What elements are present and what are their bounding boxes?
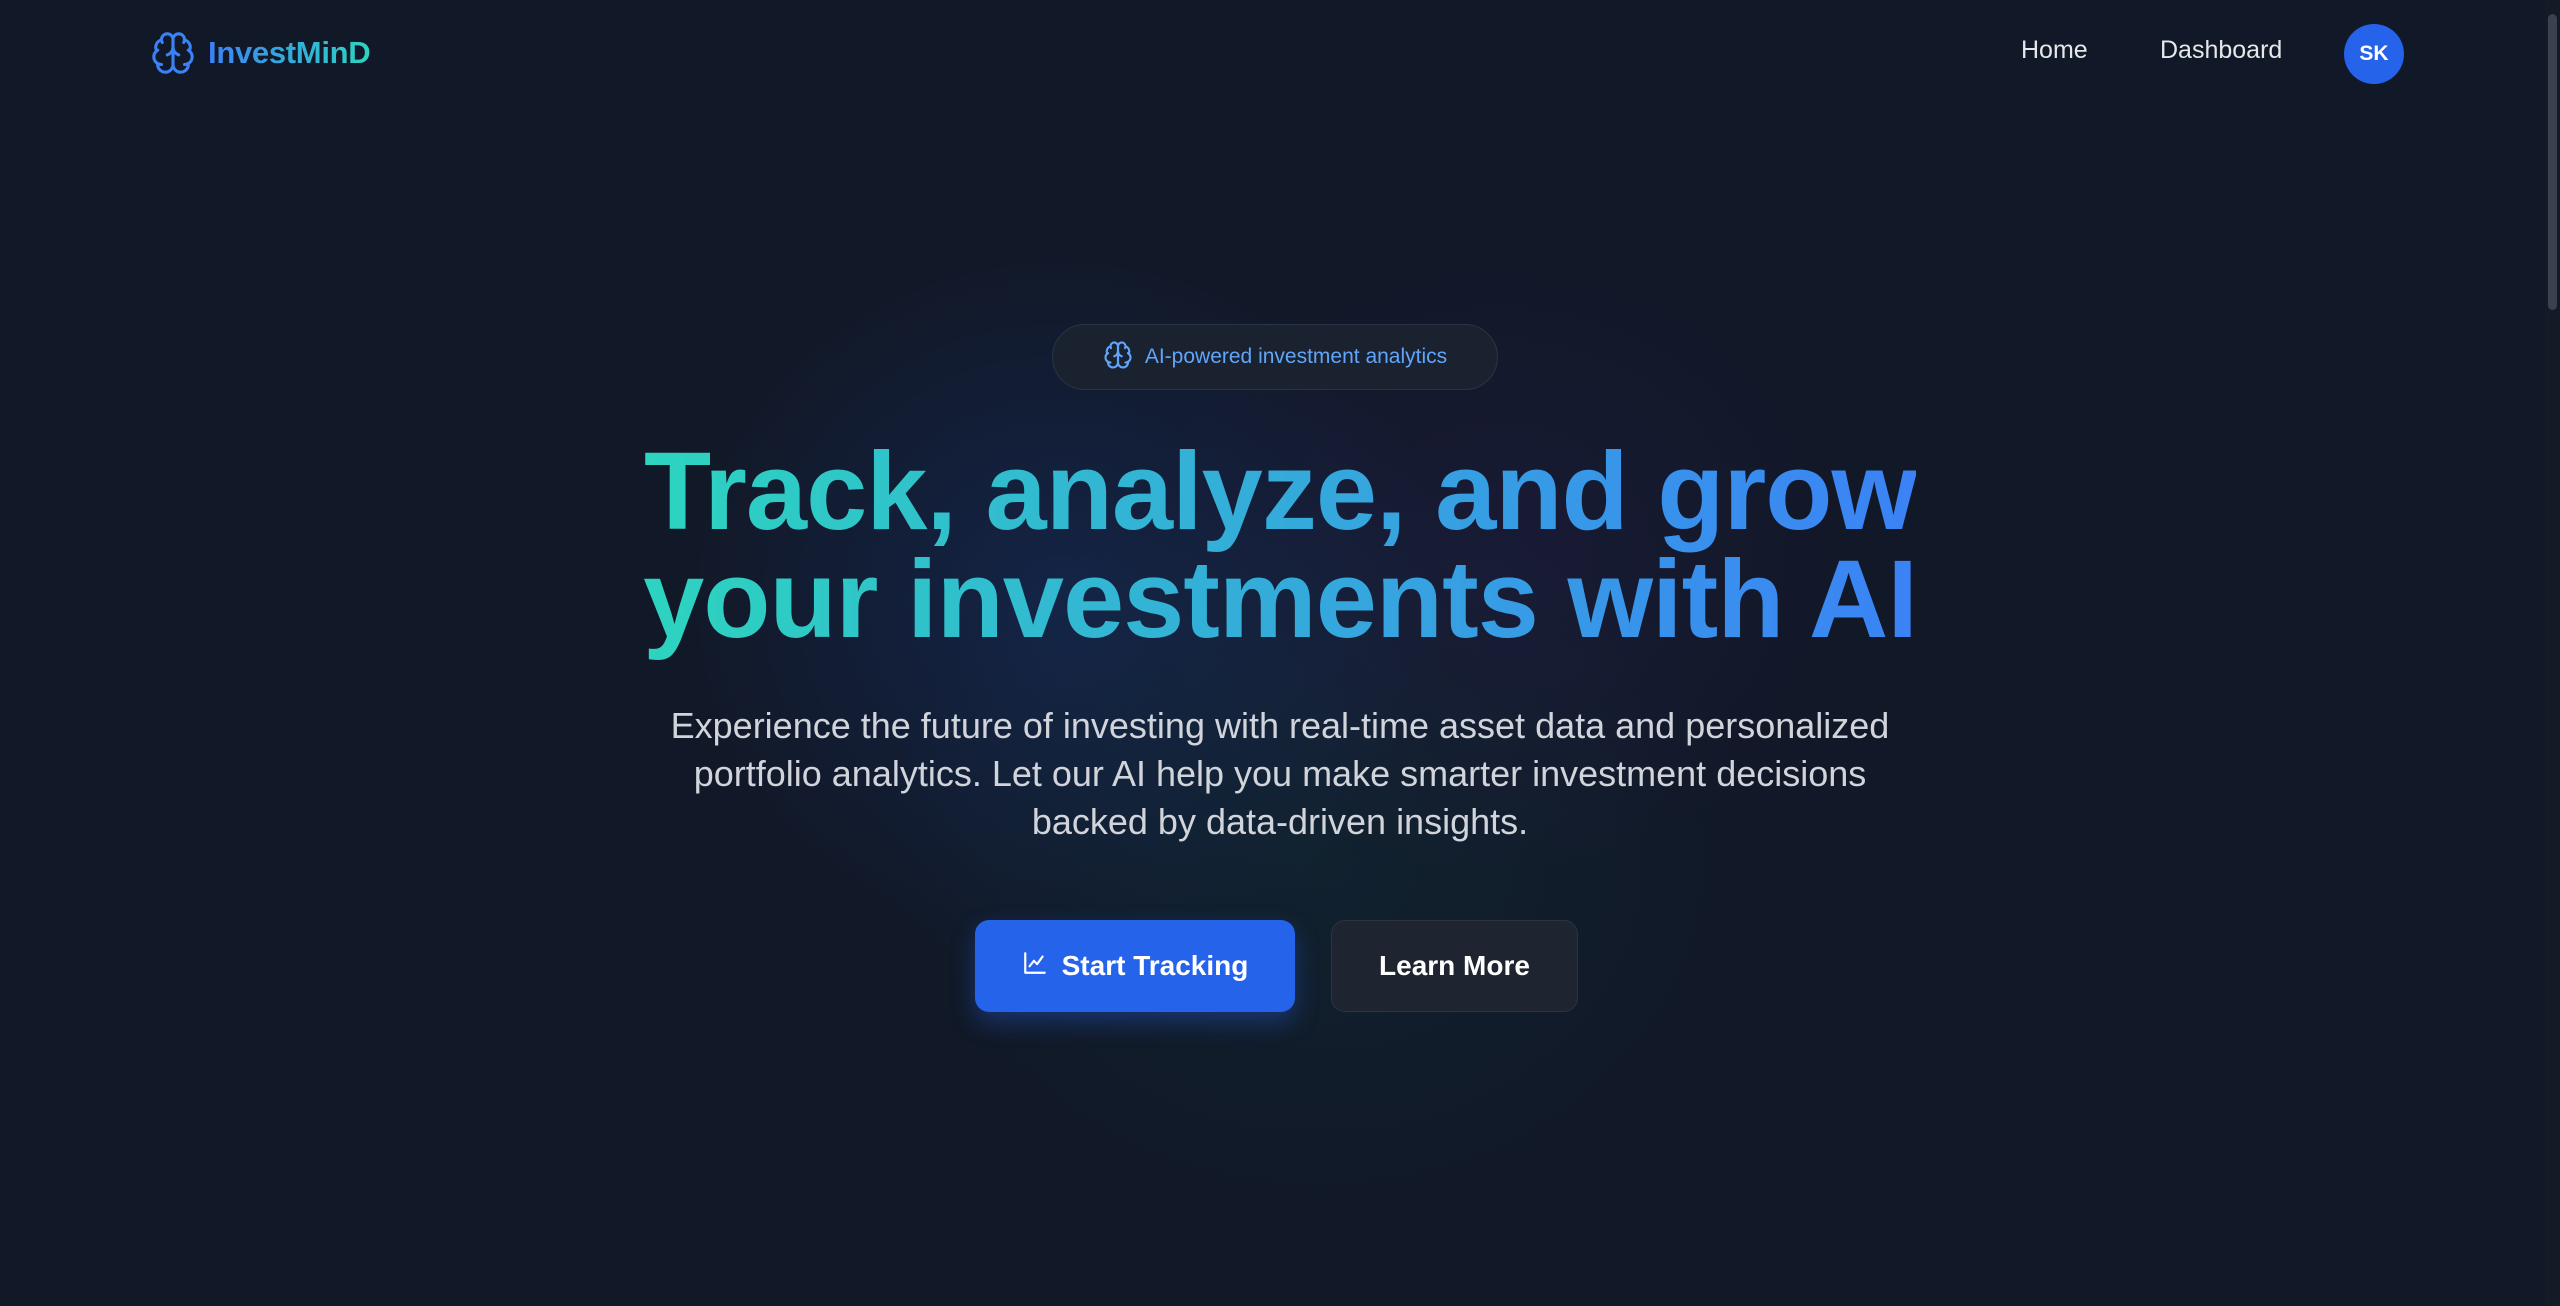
top-navigation: InvestMinD Home Dashboard SK [0, 0, 2545, 108]
headline-line-1: Track, analyze, and grow [643, 430, 1917, 553]
brand-name: InvestMinD [208, 35, 371, 70]
avatar-initials: SK [2359, 42, 2389, 65]
start-tracking-label: Start Tracking [1061, 950, 1249, 981]
subtitle-line-1: Experience the future of investing with … [670, 705, 1890, 746]
subtitle-line-2: portfolio analytics. Let our AI help you… [693, 753, 1867, 794]
line-chart-icon [1022, 950, 1048, 983]
brain-icon [1103, 340, 1133, 375]
hero-subtitle: Experience the future of investing with … [580, 702, 1980, 846]
start-tracking-button[interactable]: Start Tracking [975, 920, 1295, 1012]
brain-icon [150, 30, 196, 76]
subtitle-line-3: backed by data-driven insights. [1031, 801, 1529, 842]
ai-badge: AI-powered investment analytics [1052, 324, 1498, 390]
brand-logo[interactable]: InvestMinD [150, 29, 371, 77]
learn-more-button[interactable]: Learn More [1331, 920, 1578, 1012]
nav-link-home[interactable]: Home [2021, 36, 2088, 65]
scrollbar-thumb[interactable] [2548, 14, 2557, 310]
hero-headline: Track, analyze, and grow your investment… [480, 437, 2080, 655]
nav-link-dashboard[interactable]: Dashboard [2160, 36, 2282, 65]
headline-line-2: your investments with AI [643, 538, 1918, 661]
user-avatar[interactable]: SK [2344, 24, 2404, 84]
badge-text: AI-powered investment analytics [1144, 345, 1448, 368]
learn-more-label: Learn More [1379, 950, 1530, 981]
page-scrollbar[interactable] [2545, 0, 2560, 1306]
